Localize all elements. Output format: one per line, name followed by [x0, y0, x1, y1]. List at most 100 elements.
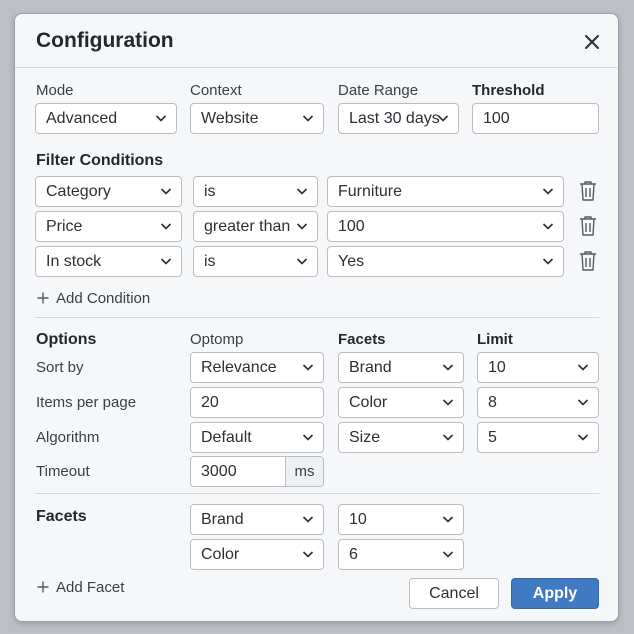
chevron-down-icon — [155, 115, 167, 122]
add-condition-label: Add Condition — [56, 290, 151, 307]
facet-limit-select[interactable]: 10 — [338, 504, 464, 535]
facet-limit-select[interactable]: 6 — [338, 539, 464, 570]
trash-icon[interactable] — [579, 180, 597, 202]
add-facet-button[interactable]: Add Facet — [37, 579, 124, 596]
facet-name-select[interactable]: Color — [190, 539, 324, 570]
options-heading: Options — [36, 331, 97, 348]
chevron-down-icon — [542, 258, 554, 265]
context-label: Context — [190, 82, 242, 99]
limit-value: 8 — [488, 394, 497, 411]
plus-icon — [37, 581, 49, 593]
chevron-down-icon — [442, 434, 454, 441]
filter-value-text: Yes — [338, 253, 365, 270]
chevron-down-icon — [302, 434, 314, 441]
chevron-down-icon — [442, 399, 454, 406]
items-per-page-input[interactable]: 20 — [190, 387, 324, 418]
chevron-down-icon — [160, 223, 172, 230]
filter-operator-select[interactable]: is — [193, 246, 318, 277]
filter-operator-value: is — [204, 183, 216, 200]
trash-icon[interactable] — [579, 250, 597, 272]
chevron-down-icon — [296, 258, 308, 265]
filter-value-select[interactable]: Yes — [327, 246, 564, 277]
close-icon[interactable] — [581, 31, 603, 53]
chevron-down-icon — [302, 115, 314, 122]
filter-field-value: Price — [46, 218, 83, 235]
limit-value: 5 — [488, 429, 497, 446]
chevron-down-icon — [437, 115, 449, 122]
facet-limit-value: 6 — [349, 546, 358, 563]
cancel-button[interactable]: Cancel — [409, 578, 499, 609]
filter-operator-select[interactable]: is — [193, 176, 318, 207]
chevron-down-icon — [302, 516, 314, 523]
chevron-down-icon — [302, 551, 314, 558]
add-condition-button[interactable]: Add Condition — [37, 290, 150, 307]
algorithm-value: Default — [201, 429, 252, 446]
facet-value: Color — [349, 394, 388, 411]
dialog-title: Configuration — [36, 29, 174, 52]
chevron-down-icon — [160, 188, 172, 195]
facet-name-value: Brand — [201, 511, 244, 528]
filter-value-select[interactable]: 100 — [327, 211, 564, 242]
limit-column-label: Limit — [477, 331, 513, 348]
context-select[interactable]: Website — [190, 103, 324, 134]
chevron-down-icon — [442, 516, 454, 523]
filter-field-value: Category — [46, 183, 111, 200]
chevron-down-icon — [296, 188, 308, 195]
facet-limit-value: 10 — [349, 511, 367, 528]
dialog-header: Configuration — [15, 14, 618, 68]
chevron-down-icon — [577, 399, 589, 406]
trash-icon[interactable] — [579, 215, 597, 237]
chevron-down-icon — [542, 188, 554, 195]
filter-field-select[interactable]: Price — [35, 211, 182, 242]
date-range-value: Last 30 days — [349, 110, 440, 127]
timeout-value: 3000 — [201, 463, 237, 480]
timeout-input[interactable]: 3000 ms — [190, 456, 324, 487]
chevron-down-icon — [542, 223, 554, 230]
filter-value-text: 100 — [338, 218, 365, 235]
limit-select[interactable]: 10 — [477, 352, 599, 383]
chevron-down-icon — [442, 551, 454, 558]
filter-value-text: Furniture — [338, 183, 403, 200]
mode-label: Mode — [36, 82, 74, 99]
apply-button[interactable]: Apply — [511, 578, 599, 609]
sort-by-select[interactable]: Relevance — [190, 352, 324, 383]
divider — [35, 317, 599, 318]
filter-conditions-heading: Filter Conditions — [36, 152, 164, 169]
facet-name-select[interactable]: Brand — [190, 504, 324, 535]
chevron-down-icon — [577, 434, 589, 441]
filter-operator-value: is — [204, 253, 216, 270]
date-range-label: Date Range — [338, 82, 419, 99]
sort-by-label: Sort by — [36, 359, 84, 376]
divider — [35, 493, 599, 494]
items-per-page-label: Items per page — [36, 394, 137, 411]
chevron-down-icon — [577, 364, 589, 371]
filter-operator-value: greater than — [204, 218, 291, 235]
facet-value: Size — [349, 429, 381, 446]
filter-value-select[interactable]: Furniture — [327, 176, 564, 207]
chevron-down-icon — [160, 258, 172, 265]
algorithm-select[interactable]: Default — [190, 422, 324, 453]
limit-value: 10 — [488, 359, 506, 376]
plus-icon — [37, 292, 49, 304]
threshold-input[interactable]: 100 — [472, 103, 599, 134]
facet-select[interactable]: Color — [338, 387, 464, 418]
limit-select[interactable]: 5 — [477, 422, 599, 453]
facets-heading: Facets — [36, 508, 87, 525]
chevron-down-icon — [302, 364, 314, 371]
filter-field-select[interactable]: In stock — [35, 246, 182, 277]
facet-select[interactable]: Size — [338, 422, 464, 453]
add-facet-label: Add Facet — [56, 579, 125, 596]
timeout-unit: ms — [285, 457, 323, 486]
date-range-select[interactable]: Last 30 days — [338, 103, 459, 134]
facet-value: Brand — [349, 359, 392, 376]
facet-select[interactable]: Brand — [338, 352, 464, 383]
filter-operator-select[interactable]: greater than — [193, 211, 318, 242]
configuration-dialog: Configuration Mode Context Date Range Th… — [14, 13, 619, 622]
threshold-value: 100 — [483, 110, 510, 127]
mode-value: Advanced — [46, 110, 118, 127]
mode-select[interactable]: Advanced — [35, 103, 177, 134]
limit-select[interactable]: 8 — [477, 387, 599, 418]
optomp-column-label: Optomp — [190, 331, 244, 348]
facets-column-label: Facets — [338, 331, 386, 348]
filter-field-select[interactable]: Category — [35, 176, 182, 207]
